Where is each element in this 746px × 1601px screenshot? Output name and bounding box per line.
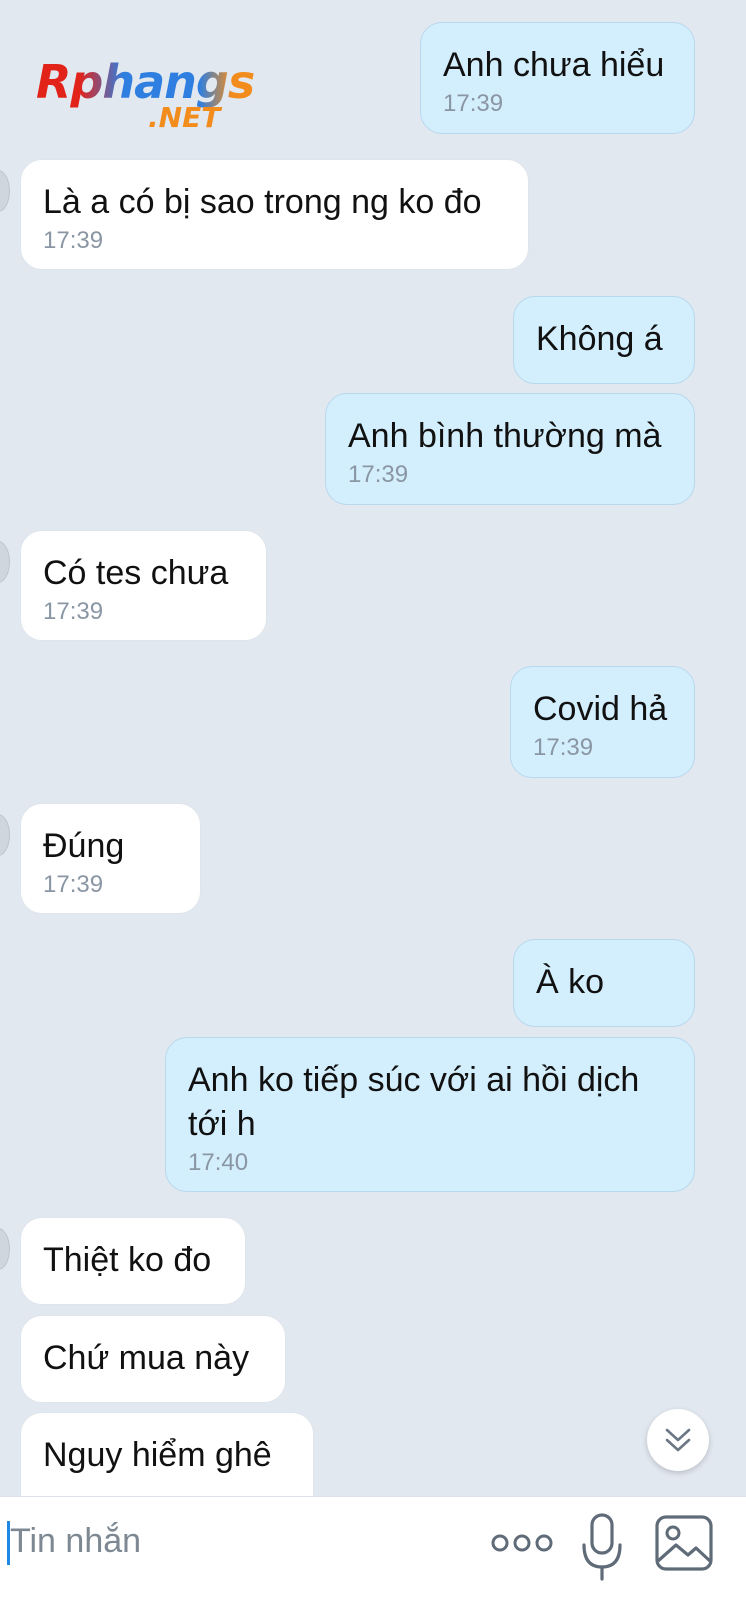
message-time: 17:39 [348, 461, 409, 488]
send-image-button[interactable] [654, 1511, 714, 1575]
message-text: Thiệt ko đo [43, 1241, 212, 1279]
message-outgoing[interactable]: Covid hả 17:39 [510, 666, 695, 778]
message-text: Có tes chưa [43, 554, 229, 592]
contact-avatar[interactable] [0, 1228, 10, 1270]
message-time: 17:39 [43, 227, 104, 254]
message-text: Anh ko tiếp súc với ai hồi dịch tới h [188, 1061, 640, 1143]
message-incoming[interactable]: Có tes chưa 17:39 [20, 530, 267, 641]
message-composer [0, 1496, 746, 1601]
contact-avatar[interactable] [0, 814, 10, 856]
more-options-button[interactable] [490, 1511, 554, 1575]
message-incoming[interactable]: Thiệt ko đo [20, 1217, 246, 1305]
contact-avatar[interactable] [0, 541, 10, 583]
message-time: 17:39 [533, 734, 594, 761]
message-incoming[interactable]: Chứ mua này [20, 1315, 286, 1403]
chat-message-list[interactable]: Rphangs .NET Anh chưa hiểu 17:39 Là a có… [0, 0, 746, 1524]
message-text: À ko [536, 963, 605, 1001]
microphone-icon [582, 1513, 622, 1581]
contact-avatar[interactable] [0, 170, 10, 212]
message-text: Không á [536, 320, 663, 358]
message-outgoing[interactable]: Anh chưa hiểu 17:39 [420, 22, 695, 134]
message-text: Covid hả [533, 690, 668, 728]
message-time: 17:39 [443, 90, 504, 117]
message-text: Anh bình thường mà [348, 417, 662, 455]
message-text: Nguy hiểm ghê [43, 1436, 272, 1474]
scroll-to-bottom-button[interactable] [647, 1409, 709, 1471]
message-text: Chứ mua này [43, 1339, 250, 1377]
message-outgoing[interactable]: Không á [513, 296, 695, 384]
more-dots-icon [491, 1534, 553, 1552]
message-text: Là a có bị sao trong ng ko đo [43, 183, 482, 221]
watermark-logo: Rphangs .NET [36, 56, 266, 136]
message-text: Đúng [43, 827, 125, 865]
message-outgoing[interactable]: Anh bình thường mà 17:39 [325, 393, 695, 505]
image-gallery-icon [655, 1515, 713, 1571]
chevron-double-down-icon [665, 1428, 691, 1452]
message-outgoing[interactable]: À ko [513, 939, 695, 1027]
message-time: 17:39 [43, 871, 104, 898]
watermark-brand: Rphangs [36, 55, 255, 109]
watermark-suffix: .NET [148, 101, 221, 134]
message-outgoing[interactable]: Anh ko tiếp súc với ai hồi dịch tới h 17… [165, 1037, 695, 1192]
message-incoming[interactable]: Là a có bị sao trong ng ko đo 17:39 [20, 159, 529, 270]
message-time: 17:39 [43, 598, 104, 625]
message-time: 17:40 [188, 1149, 249, 1176]
message-incoming[interactable]: Đúng 17:39 [20, 803, 201, 914]
message-text: Anh chưa hiểu [443, 46, 665, 84]
message-input[interactable] [10, 1519, 450, 1563]
voice-message-button[interactable] [580, 1511, 624, 1581]
